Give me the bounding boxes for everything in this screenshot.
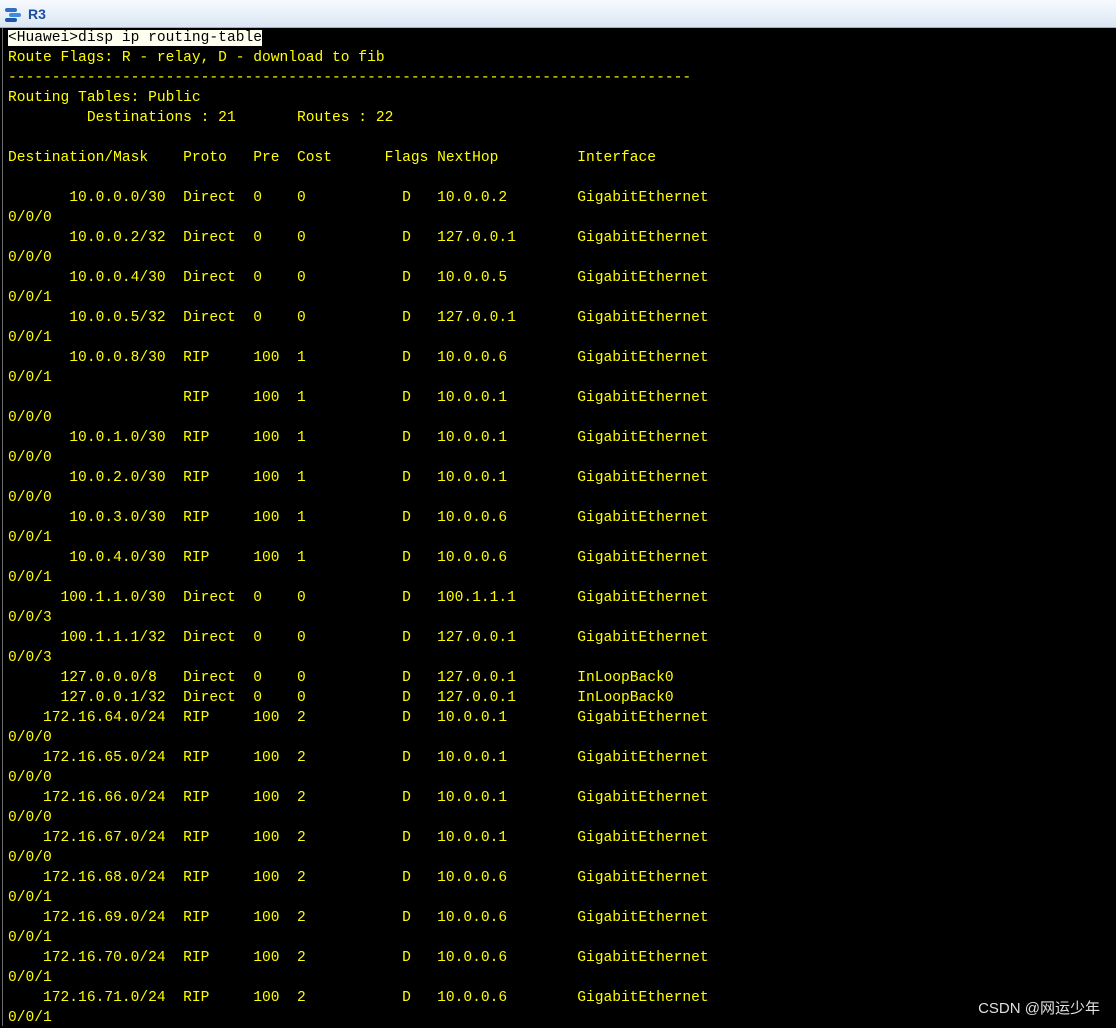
console-line: 172.16.71.0/24 RIP 100 2 D 10.0.0.6 Giga… xyxy=(8,990,709,1006)
console-line: 0/0/0 xyxy=(8,250,52,266)
console-line: 10.0.0.8/30 RIP 100 1 D 10.0.0.6 Gigabit… xyxy=(8,350,709,366)
watermark: CSDN @网运少年 xyxy=(978,1000,1100,1017)
console-line: 10.0.0.2/32 Direct 0 0 D 127.0.0.1 Gigab… xyxy=(8,230,709,246)
console-line: 127.0.0.1/32 Direct 0 0 D 127.0.0.1 InLo… xyxy=(8,690,674,706)
command-text: <Huawei>disp ip routing-table xyxy=(8,30,262,46)
console-line: 172.16.69.0/24 RIP 100 2 D 10.0.0.6 Giga… xyxy=(8,910,709,926)
window-titlebar[interactable]: R3 xyxy=(0,0,1116,28)
console-line: 172.16.64.0/24 RIP 100 2 D 10.0.0.1 Giga… xyxy=(8,710,709,726)
console-line: 100.1.1.0/30 Direct 0 0 D 100.1.1.1 Giga… xyxy=(8,590,709,606)
console-line: 0/0/1 xyxy=(8,930,52,946)
console-line: 0/0/0 xyxy=(8,770,52,786)
console-line: 0/0/3 xyxy=(8,650,52,666)
console-line: Route Flags: R - relay, D - download to … xyxy=(8,50,385,66)
console-line: 0/0/0 xyxy=(8,450,52,466)
console-line: 0/0/0 xyxy=(8,490,52,506)
console-line: 10.0.4.0/30 RIP 100 1 D 10.0.0.6 Gigabit… xyxy=(8,550,709,566)
console-line: 10.0.1.0/30 RIP 100 1 D 10.0.0.1 Gigabit… xyxy=(8,430,709,446)
console-command-line: <Huawei>disp ip routing-table xyxy=(8,28,262,48)
console-line: 0/0/1 xyxy=(8,330,52,346)
console-line: 0/0/1 xyxy=(8,290,52,306)
console-line: Routing Tables: Public xyxy=(8,90,201,106)
console-line: ----------------------------------------… xyxy=(8,70,692,86)
console-line: 0/0/1 xyxy=(8,970,52,986)
console-line: 172.16.65.0/24 RIP 100 2 D 10.0.0.1 Giga… xyxy=(8,750,709,766)
console-line: RIP 100 1 D 10.0.0.1 GigabitEthernet xyxy=(8,390,709,406)
console-line: 172.16.70.0/24 RIP 100 2 D 10.0.0.6 Giga… xyxy=(8,950,709,966)
console-line: 100.1.1.1/32 Direct 0 0 D 127.0.0.1 Giga… xyxy=(8,630,709,646)
console-line: 0/0/0 xyxy=(8,210,52,226)
console-line: 0/0/0 xyxy=(8,410,52,426)
console-line: 127.0.0.0/8 Direct 0 0 D 127.0.0.1 InLoo… xyxy=(8,670,674,686)
console-line: Destinations : 21 Routes : 22 xyxy=(8,110,394,126)
console-line: 10.0.2.0/30 RIP 100 1 D 10.0.0.1 Gigabit… xyxy=(8,470,709,486)
window-title: R3 xyxy=(28,5,46,22)
console-line: 172.16.66.0/24 RIP 100 2 D 10.0.0.1 Giga… xyxy=(8,790,709,806)
console-line: 0/0/0 xyxy=(8,730,52,746)
terminal-console[interactable]: <Huawei>disp ip routing-table Route Flag… xyxy=(2,28,1116,1026)
console-line: 172.16.68.0/24 RIP 100 2 D 10.0.0.6 Giga… xyxy=(8,870,709,886)
console-line: 0/0/3 xyxy=(8,610,52,626)
console-line: 0/0/1 xyxy=(8,1010,52,1026)
console-line: Destination/Mask Proto Pre Cost Flags Ne… xyxy=(8,150,657,166)
console-line: 172.16.67.0/24 RIP 100 2 D 10.0.0.1 Giga… xyxy=(8,830,709,846)
console-line: 10.0.0.4/30 Direct 0 0 D 10.0.0.5 Gigabi… xyxy=(8,270,709,286)
console-line: 10.0.0.0/30 Direct 0 0 D 10.0.0.2 Gigabi… xyxy=(8,190,709,206)
console-line: 0/0/0 xyxy=(8,850,52,866)
console-line: 10.0.3.0/30 RIP 100 1 D 10.0.0.6 Gigabit… xyxy=(8,510,709,526)
router-app-icon xyxy=(4,5,22,23)
console-line: 0/0/0 xyxy=(8,810,52,826)
console-line: 0/0/1 xyxy=(8,370,52,386)
console-line: 0/0/1 xyxy=(8,570,52,586)
console-line: 10.0.0.5/32 Direct 0 0 D 127.0.0.1 Gigab… xyxy=(8,310,709,326)
console-line: 0/0/1 xyxy=(8,530,52,546)
console-line: 0/0/1 xyxy=(8,890,52,906)
